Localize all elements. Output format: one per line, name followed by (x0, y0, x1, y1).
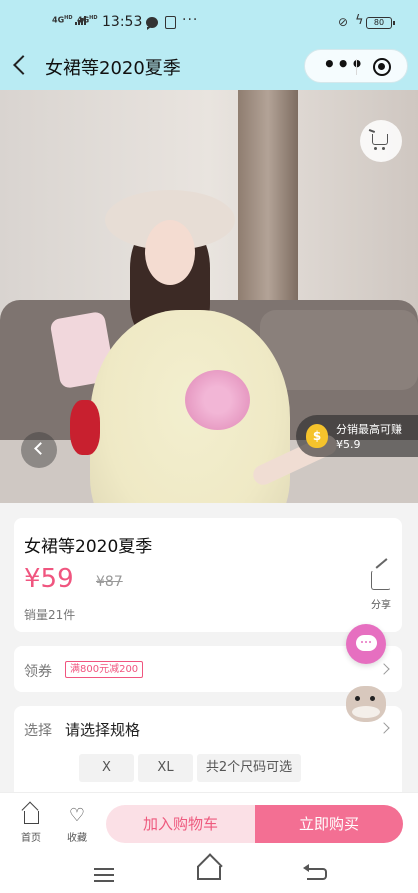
buy-now-button[interactable]: 立即购买 (255, 805, 403, 843)
status-overflow: ··· (182, 12, 199, 28)
prev-image-button[interactable] (21, 432, 57, 468)
mute-icon: ⊘ (338, 15, 349, 29)
mascot-icon[interactable] (346, 686, 386, 722)
signal-2: 4GHD (77, 14, 97, 25)
nav-bar: 女裙等2020夏季 ••• (0, 44, 418, 90)
signal-1-label: 4G (52, 15, 65, 25)
status-bar: 4GHD 4GHD 13:53 ··· ⊘ ϟ 80 (0, 0, 418, 44)
battery-icon: 80 (366, 17, 395, 29)
price: ¥59 (24, 564, 74, 594)
spec-selector[interactable]: 选择 请选择规格 X XL 共2个尺码可选 (14, 706, 402, 792)
size-count-chip[interactable]: 共2个尺码可选 (197, 754, 301, 782)
chevron-left-icon (34, 442, 47, 455)
more-icon[interactable]: ••• (323, 54, 364, 74)
mini-program-capsule: ••• (304, 49, 408, 83)
spec-value: 请选择规格 (65, 721, 141, 739)
cart-icon (372, 134, 388, 150)
home-icon-wrap (11, 807, 51, 825)
message-icon (146, 17, 158, 30)
customer-service-button[interactable] (346, 624, 386, 664)
charging-icon: ϟ (355, 13, 364, 28)
system-nav-bar (0, 852, 418, 893)
coupon-label: 领券 (24, 664, 52, 680)
share-button[interactable]: 分享 (366, 570, 396, 611)
bottom-action-bar: 首页 ♡ 收藏 加入购物车 立即购买 (0, 792, 418, 852)
spec-label: 选择 (24, 723, 52, 739)
image-bouquet (185, 370, 250, 430)
page-title: 女裙等2020夏季 (45, 58, 181, 79)
tab-favorite-label: 收藏 (67, 833, 87, 844)
original-price: ¥87 (96, 574, 123, 590)
tab-home[interactable]: 首页 (11, 807, 51, 844)
image-curtain (238, 90, 298, 320)
signal-1-sup: HD (64, 15, 73, 21)
sales-count: 销量21件 (24, 608, 76, 622)
home-icon (23, 811, 39, 824)
distribution-label: 分销最高可赚 (336, 423, 402, 436)
add-to-cart-button[interactable]: 加入购物车 (106, 805, 255, 843)
back-icon[interactable] (13, 55, 33, 75)
target-icon[interactable] (373, 58, 391, 76)
signal-2-label: 4G (77, 15, 90, 25)
coin-icon: $ (306, 424, 328, 448)
system-back-icon[interactable] (303, 864, 327, 880)
size-chip-x[interactable]: X (79, 754, 134, 782)
image-face (145, 220, 195, 285)
image-roses (70, 400, 100, 455)
coupon-tag: 满800元减200 (65, 661, 144, 678)
cart-button[interactable] (360, 120, 402, 162)
tab-home-label: 首页 (21, 833, 41, 844)
chevron-right-icon (378, 722, 390, 734)
sim-icon (165, 16, 176, 29)
distribution-badge[interactable]: $ 分销最高可赚 ¥5.9 (296, 415, 418, 457)
chat-icon (356, 635, 377, 651)
heart-icon: ♡ (68, 805, 86, 826)
tab-favorite[interactable]: ♡ 收藏 (57, 805, 97, 845)
chevron-right-icon (378, 663, 390, 675)
menu-icon[interactable] (94, 868, 114, 870)
product-title: 女裙等2020夏季 (24, 537, 153, 557)
share-icon (371, 570, 391, 590)
size-chip-xl[interactable]: XL (138, 754, 193, 782)
capsule-divider (356, 59, 357, 75)
distribution-value: ¥5.9 (336, 438, 361, 451)
signal-2-sup: HD (89, 15, 98, 21)
system-home-icon[interactable] (197, 866, 221, 880)
coupon-row[interactable]: 领券 满800元减200 (14, 646, 402, 692)
share-label: 分享 (371, 600, 391, 611)
clock: 13:53 (102, 14, 143, 30)
product-info-card: 女裙等2020夏季 ¥59 ¥87 分享 销量21件 (14, 518, 402, 632)
